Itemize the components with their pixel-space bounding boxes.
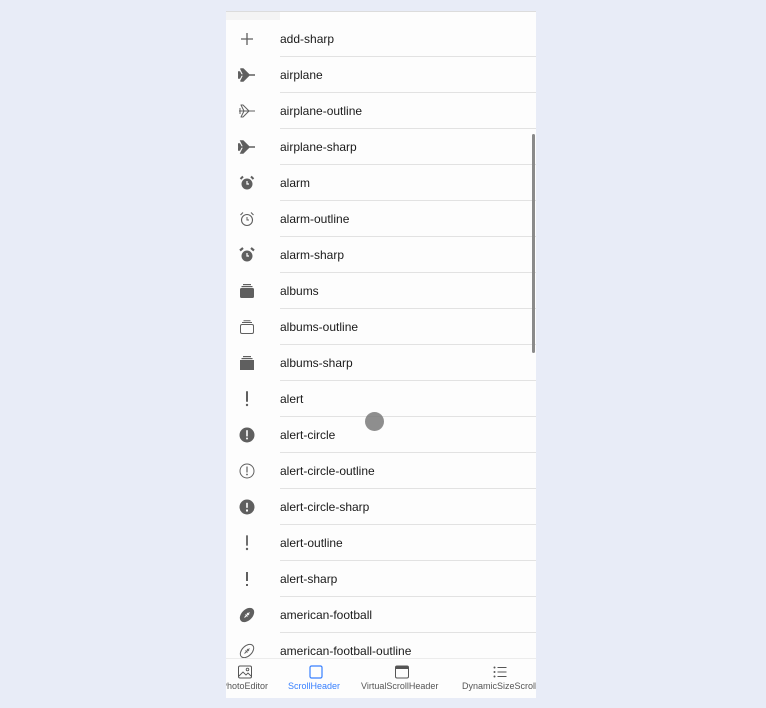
square-icon (309, 665, 323, 679)
list-icon (493, 666, 507, 678)
alert-circle-icon (237, 425, 257, 445)
list-item-label: alert-outline (280, 536, 343, 550)
add-icon (237, 29, 257, 49)
list-item-label: alert-circle-outline (280, 464, 375, 478)
list-item[interactable]: alert (226, 381, 536, 417)
list-item[interactable]: albums (226, 273, 536, 309)
list-item[interactable]: alert-sharp (226, 561, 536, 597)
list-item-label: alert-circle (280, 428, 336, 442)
list-item-label: american-football (280, 608, 373, 622)
list-item[interactable]: alert-circle-sharp (226, 489, 536, 525)
tab-dynamic-size-scroll[interactable]: DynamicSizeScroll (458, 659, 536, 698)
alert-icon (237, 389, 257, 409)
albums-icon (237, 281, 257, 301)
airplane-sharp-icon (237, 137, 257, 157)
image-icon (238, 665, 252, 679)
american-football-icon (237, 605, 257, 625)
list-item-label: alarm-outline (280, 212, 350, 226)
alert-sharp-icon (237, 569, 257, 589)
list-item-label: airplane-sharp (280, 140, 357, 154)
bottom-tab-bar: PhotoEditor ScrollHeader VirtualScrollHe… (226, 658, 536, 698)
alert-outline-icon (237, 533, 257, 553)
list-item-label: alert (280, 392, 304, 406)
app-screen: add-sharp airplane airplane-outline airp… (226, 11, 536, 698)
list-item[interactable]: add-sharp (226, 21, 536, 57)
list-item-label: american-football-outline (280, 644, 412, 658)
tab-label: VirtualScrollHeader (361, 681, 439, 691)
list-item[interactable]: albums-sharp (226, 345, 536, 381)
list-item[interactable]: american-football-outline (226, 633, 536, 658)
alert-circle-outline-icon (237, 461, 257, 481)
list-item-label: albums-sharp (280, 356, 353, 370)
albums-sharp-icon (237, 353, 257, 373)
list-top-edge (226, 12, 280, 20)
airplane-outline-icon (237, 101, 257, 121)
list-item-label: alarm-sharp (280, 248, 345, 262)
list-item[interactable]: alert-outline (226, 525, 536, 561)
list-item-label: albums (280, 284, 319, 298)
list-item[interactable]: american-football (226, 597, 536, 633)
list-item-label: albums-outline (280, 320, 359, 334)
list-item-label: alarm (280, 176, 311, 190)
list-item-label: add-sharp (280, 32, 335, 46)
list-item[interactable]: airplane-outline (226, 93, 536, 129)
list-item-label: airplane-outline (280, 104, 363, 118)
list-item[interactable]: airplane-sharp (226, 129, 536, 165)
list-item-label: alert-sharp (280, 572, 338, 586)
tab-scroll-header[interactable]: ScrollHeader (282, 659, 350, 698)
list-item-label: airplane (280, 68, 323, 82)
tab-photo-editor[interactable]: PhotoEditor (226, 659, 273, 698)
list-scrollbar[interactable] (532, 134, 535, 353)
albums-outline-icon (237, 317, 257, 337)
list-item[interactable]: alarm (226, 165, 536, 201)
tab-label: ScrollHeader (288, 681, 341, 691)
list-item-label: alert-circle-sharp (280, 500, 370, 514)
american-football-outline-icon (237, 641, 257, 658)
alert-circle-sharp-icon (237, 497, 257, 517)
tab-label: DynamicSizeScroll (462, 681, 536, 691)
icon-list[interactable]: add-sharp airplane airplane-outline airp… (226, 12, 536, 658)
airplane-icon (237, 65, 257, 85)
list-item[interactable]: alert-circle-outline (226, 453, 536, 489)
list-item[interactable]: alarm-outline (226, 201, 536, 237)
touch-indicator (365, 412, 384, 431)
alarm-sharp-icon (237, 245, 257, 265)
tab-label: PhotoEditor (226, 681, 268, 691)
alarm-icon (237, 173, 257, 193)
list-item[interactable]: albums-outline (226, 309, 536, 345)
list-item[interactable]: alarm-sharp (226, 237, 536, 273)
list-item[interactable]: airplane (226, 57, 536, 93)
browser-icon (395, 665, 409, 679)
tab-virtual-scroll-header[interactable]: VirtualScrollHeader (358, 659, 446, 698)
alarm-outline-icon (237, 209, 257, 229)
